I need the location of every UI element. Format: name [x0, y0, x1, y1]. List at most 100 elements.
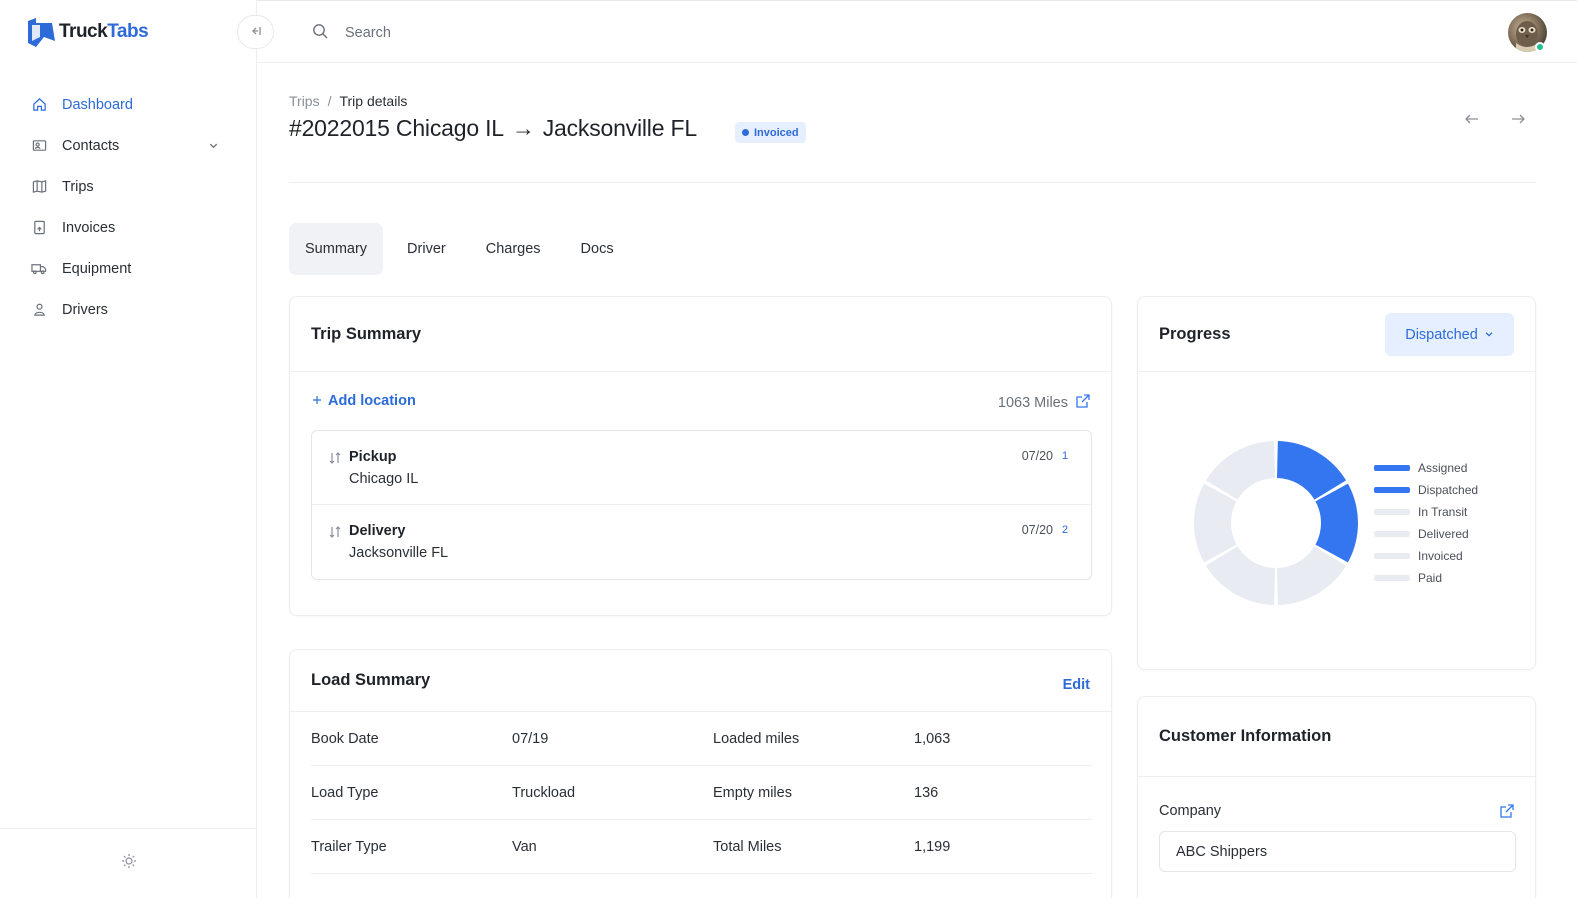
reorder-arrows-icon[interactable]	[328, 525, 342, 542]
progress-donut-chart	[1192, 439, 1360, 612]
legend-label: Assigned	[1418, 461, 1468, 475]
load-summary-card: Load Summary Edit Book Date 07/19 Loaded…	[289, 649, 1112, 898]
table-row: Load Type Truckload Empty miles 136	[311, 766, 1092, 820]
tab-driver[interactable]: Driver	[391, 223, 462, 275]
load-field-value: 1,199	[914, 838, 951, 855]
status-dot	[742, 129, 749, 136]
stop-type: Pickup	[349, 449, 397, 465]
load-field-value: 136	[914, 784, 939, 801]
chevron-down-icon[interactable]	[208, 139, 219, 155]
sidebar-item-contacts[interactable]: Contacts	[0, 125, 257, 166]
legend-item-assigned: Assigned	[1374, 457, 1478, 479]
sidebar-item-label: Equipment	[62, 260, 132, 277]
sidebar-footer	[0, 828, 257, 898]
sidebar-item-label: Dashboard	[62, 96, 133, 113]
sidebar-item-dashboard[interactable]: Dashboard	[0, 84, 257, 125]
load-field-label: Loaded miles	[713, 730, 800, 747]
load-field-value: 07/19	[512, 730, 549, 747]
trip-miles-value: 1063 Miles	[997, 395, 1068, 411]
legend-item-in-transit: In Transit	[1374, 501, 1478, 523]
online-status-dot	[1535, 42, 1545, 52]
stop-number-badge: 2	[1061, 524, 1069, 536]
contact-card-icon	[30, 137, 48, 155]
table-row: Book Date 07/19 Loaded miles 1,063	[311, 712, 1092, 766]
sidebar-nav: Dashboard Contacts Trips Invoices Equipm…	[0, 84, 257, 330]
breadcrumb-trips[interactable]: Trips	[289, 93, 320, 109]
legend-swatch	[1374, 553, 1410, 559]
stop-city: Jacksonville FL	[349, 545, 449, 561]
load-field-label: Empty miles	[713, 784, 792, 801]
chevron-down-icon	[1484, 327, 1494, 343]
legend-label: Paid	[1418, 571, 1443, 585]
trip-summary-card: Trip Summary Add location 1063 Miles Pic…	[289, 296, 1112, 616]
tab-summary[interactable]: Summary	[289, 223, 384, 275]
truck-tabs-logo[interactable]: TruckTabs	[26, 16, 149, 48]
customer-info-title: Customer Information	[1138, 697, 1535, 777]
status-badge: Invoiced	[735, 122, 806, 143]
legend-label: Dispatched	[1418, 483, 1479, 497]
sidebar-item-trips[interactable]: Trips	[0, 166, 257, 207]
load-field-label: Load Type	[311, 784, 379, 801]
progress-status-dropdown[interactable]: Dispatched	[1385, 313, 1514, 356]
progress-status-value: Dispatched	[1405, 326, 1478, 343]
edit-load-button[interactable]: Edit	[1063, 677, 1090, 693]
list-item[interactable]: Delivery Jacksonville FL 07/20 2	[312, 505, 1091, 579]
progress-card: Progress Dispatched Assigned Dispatched In…	[1137, 296, 1536, 670]
breadcrumb: Trips / Trip details	[289, 93, 407, 109]
legend-swatch	[1374, 487, 1410, 493]
legend-label: In Transit	[1418, 505, 1468, 519]
page-title: #2022015 Chicago IL → Jacksonville FL	[289, 115, 697, 142]
load-field-label: Total Miles	[713, 838, 782, 855]
next-trip-arrow-icon[interactable]	[1510, 111, 1526, 132]
legend-swatch	[1374, 465, 1410, 471]
legend-swatch	[1374, 531, 1410, 537]
truck-icon	[30, 260, 48, 278]
load-field-value: 1,063	[914, 730, 951, 747]
sidebar-item-equipment[interactable]: Equipment	[0, 248, 257, 289]
previous-trip-arrow-icon[interactable]	[1464, 111, 1480, 132]
reorder-arrows-icon[interactable]	[328, 451, 342, 468]
map-icon	[30, 178, 48, 196]
sidebar-item-drivers[interactable]: Drivers	[0, 289, 257, 330]
donut-segment-invoiced	[1194, 483, 1237, 563]
sidebar-item-invoices[interactable]: Invoices	[0, 207, 257, 248]
donut-segment-dispatched	[1315, 483, 1358, 563]
company-field[interactable]: ABC Shippers	[1159, 831, 1516, 872]
legend-label: Invoiced	[1418, 549, 1463, 563]
tab-charges[interactable]: Charges	[470, 223, 557, 275]
breadcrumb-current: Trip details	[339, 93, 408, 109]
sun-icon[interactable]	[121, 853, 137, 874]
add-location-button[interactable]: Add location	[312, 393, 416, 409]
status-badge-label: Invoiced	[754, 126, 799, 139]
legend-item-delivered: Delivered	[1374, 523, 1478, 545]
home-icon	[30, 96, 48, 114]
page-title-arrow: →	[511, 115, 535, 141]
table-row: Trailer Type Van Total Miles 1,199	[311, 820, 1092, 874]
user-icon	[30, 301, 48, 319]
stop-type: Delivery	[349, 523, 406, 539]
legend-item-invoiced: Invoiced	[1374, 545, 1478, 567]
tab-docs[interactable]: Docs	[565, 223, 630, 275]
list-item[interactable]: Pickup Chicago IL 07/20 1	[312, 431, 1091, 505]
legend-label: Delivered	[1418, 527, 1469, 541]
sidebar-item-label: Drivers	[62, 301, 108, 318]
legend-swatch	[1374, 575, 1410, 581]
sidebar-item-label: Contacts	[62, 137, 120, 154]
plus-icon	[312, 393, 322, 409]
search-icon	[312, 23, 329, 45]
page-title-destination: Jacksonville FL	[542, 115, 697, 141]
breadcrumb-separator: /	[327, 93, 332, 109]
search-input[interactable]	[345, 21, 745, 45]
load-summary-title: Load Summary	[290, 650, 1111, 712]
collapse-sidebar-button[interactable]	[237, 15, 274, 49]
customer-info-card: Customer Information Company ABC Shipper…	[1137, 696, 1536, 898]
document-icon	[30, 219, 48, 237]
stop-date: 07/20	[1021, 449, 1053, 463]
external-link-icon[interactable]	[1499, 803, 1515, 824]
trip-summary-title: Trip Summary	[290, 297, 1111, 372]
page-title-origin: #2022015 Chicago IL	[289, 115, 504, 141]
external-link-icon[interactable]	[1075, 393, 1091, 413]
topbar	[257, 0, 1577, 63]
header-divider	[289, 182, 1536, 183]
legend-item-paid: Paid	[1374, 567, 1478, 589]
